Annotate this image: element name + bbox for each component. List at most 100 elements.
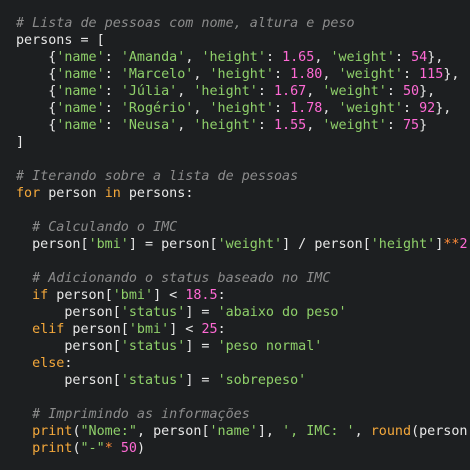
code-punctuation: ] =	[128, 237, 162, 252]
code-operator: **	[443, 237, 460, 252]
code-punctuation: ]	[16, 135, 25, 150]
code-keyword: round	[370, 424, 412, 439]
code-operator: *	[104, 441, 113, 456]
code-identifier: persons	[16, 33, 73, 48]
code-punctuation: ] <	[153, 288, 186, 303]
code-punctuation: ,	[306, 84, 323, 99]
code-line: ​	[16, 202, 470, 219]
code-line: # Lista de pessoas com nome, altura e pe…	[16, 15, 470, 32]
code-number: 75	[403, 118, 420, 133]
code-string: 'name'	[56, 101, 105, 116]
code-string: 'name'	[56, 84, 105, 99]
code-punctuation: :	[104, 84, 121, 99]
code-identifier: persons	[120, 186, 186, 201]
code-number: 1.67	[274, 84, 307, 99]
code-punctuation: :	[104, 118, 121, 133]
code-punctuation: [	[80, 237, 89, 252]
code-string: 'height'	[193, 118, 258, 133]
code-punctuation: ,	[322, 67, 339, 82]
code-string: 'weight'	[322, 118, 387, 133]
code-number: 2	[459, 237, 468, 252]
code-identifier: person	[419, 424, 468, 439]
code-number: 50	[403, 84, 420, 99]
code-string: 'height'	[370, 237, 436, 252]
code-punctuation: ,	[354, 424, 371, 439]
code-punctuation: {	[16, 118, 57, 133]
code-punctuation: {	[16, 50, 57, 65]
code-area[interactable]: # Lista de pessoas com nome, altura e pe…	[16, 15, 470, 457]
code-number: 50	[120, 441, 137, 456]
code-string: 'height'	[209, 67, 275, 82]
code-keyword: if	[16, 288, 49, 303]
code-line: {'name': 'Rogério', 'height': 1.78, 'wei…	[16, 100, 470, 117]
code-number: 92	[419, 101, 436, 116]
code-string: "Nome:"	[80, 424, 137, 439]
code-line: print("-"* 50)	[16, 440, 470, 457]
code-string: 'peso normal'	[217, 339, 323, 354]
code-comment: # Lista de pessoas com nome, altura e pe…	[16, 16, 355, 31]
code-line: {'name': 'Amanda', 'height': 1.65, 'weig…	[16, 49, 470, 66]
code-line: # Iterando sobre a lista de pessoas	[16, 168, 470, 185]
code-string: 'status'	[120, 373, 186, 388]
code-punctuation: },	[435, 101, 452, 116]
code-comment: # Imprimindo as informações	[16, 407, 250, 422]
code-identifier: person	[16, 373, 113, 388]
code-punctuation: :	[386, 84, 403, 99]
code-punctuation: :	[257, 84, 274, 99]
code-keyword: elif	[16, 322, 65, 337]
code-punctuation: }	[419, 118, 428, 133]
code-string: 'weight'	[338, 67, 404, 82]
code-comment: # Iterando sobre a lista de pessoas	[16, 169, 299, 184]
code-punctuation: },	[419, 84, 436, 99]
code-line: print("Nome:", person['name'], ', IMC: '…	[16, 423, 470, 440]
code-punctuation: :	[217, 288, 226, 303]
code-string: 'name'	[56, 118, 105, 133]
code-line: # Calculando o IMC	[16, 219, 470, 236]
code-string: 'bmi'	[128, 322, 170, 337]
code-keyword: else	[16, 356, 65, 371]
code-punctuation: [	[201, 424, 210, 439]
code-punctuation: :	[257, 118, 274, 133]
code-punctuation: (	[72, 424, 81, 439]
code-string: "-"	[80, 441, 105, 456]
code-line: persons = [	[16, 32, 470, 49]
code-identifier: person	[16, 237, 81, 252]
code-string: 'height'	[193, 84, 258, 99]
code-line: # Imprimindo as informações	[16, 406, 470, 423]
code-line: {'name': 'Júlia', 'height': 1.67, 'weigh…	[16, 83, 470, 100]
code-line: person['status'] = 'sobrepeso'	[16, 372, 470, 389]
code-punctuation: ] =	[185, 373, 218, 388]
code-number: 1.78	[290, 101, 323, 116]
code-line: for person in persons:	[16, 185, 470, 202]
code-punctuation: [	[120, 322, 129, 337]
code-line: # Adicionando o status baseado no IMC	[16, 270, 470, 287]
code-line: person['status'] = 'peso normal'	[16, 338, 470, 355]
code-punctuation: },	[443, 67, 460, 82]
code-string: 'status'	[120, 305, 186, 320]
code-line: ]	[16, 134, 470, 151]
code-line: {'name': 'Neusa', 'height': 1.55, 'weigh…	[16, 117, 470, 134]
code-line: elif person['bmi'] < 25:	[16, 321, 470, 338]
code-punctuation: :	[104, 101, 121, 116]
code-identifier: person	[48, 288, 105, 303]
code-punctuation: = [	[72, 33, 105, 48]
code-line: person['bmi'] = person['weight'] / perso…	[16, 236, 470, 253]
code-punctuation: ,	[306, 118, 323, 133]
code-keyword: for	[16, 186, 41, 201]
code-identifier: person	[40, 186, 105, 201]
code-identifier: person	[161, 237, 210, 252]
code-punctuation: [	[112, 373, 121, 388]
code-punctuation: ,	[177, 118, 194, 133]
code-line: ​	[16, 151, 470, 168]
code-string: 'name'	[56, 50, 105, 65]
code-editor[interactable]: # Lista de pessoas com nome, altura e pe…	[0, 0, 470, 470]
code-keyword: print	[16, 441, 73, 456]
code-punctuation: :	[403, 67, 420, 82]
code-punctuation: ] =	[185, 305, 218, 320]
code-number: 1.65	[282, 50, 315, 65]
code-number: 54	[411, 50, 428, 65]
code-punctuation: {	[16, 101, 57, 116]
code-punctuation: :	[185, 186, 194, 201]
code-string: 'bmi'	[112, 288, 154, 303]
code-punctuation: :	[274, 67, 291, 82]
